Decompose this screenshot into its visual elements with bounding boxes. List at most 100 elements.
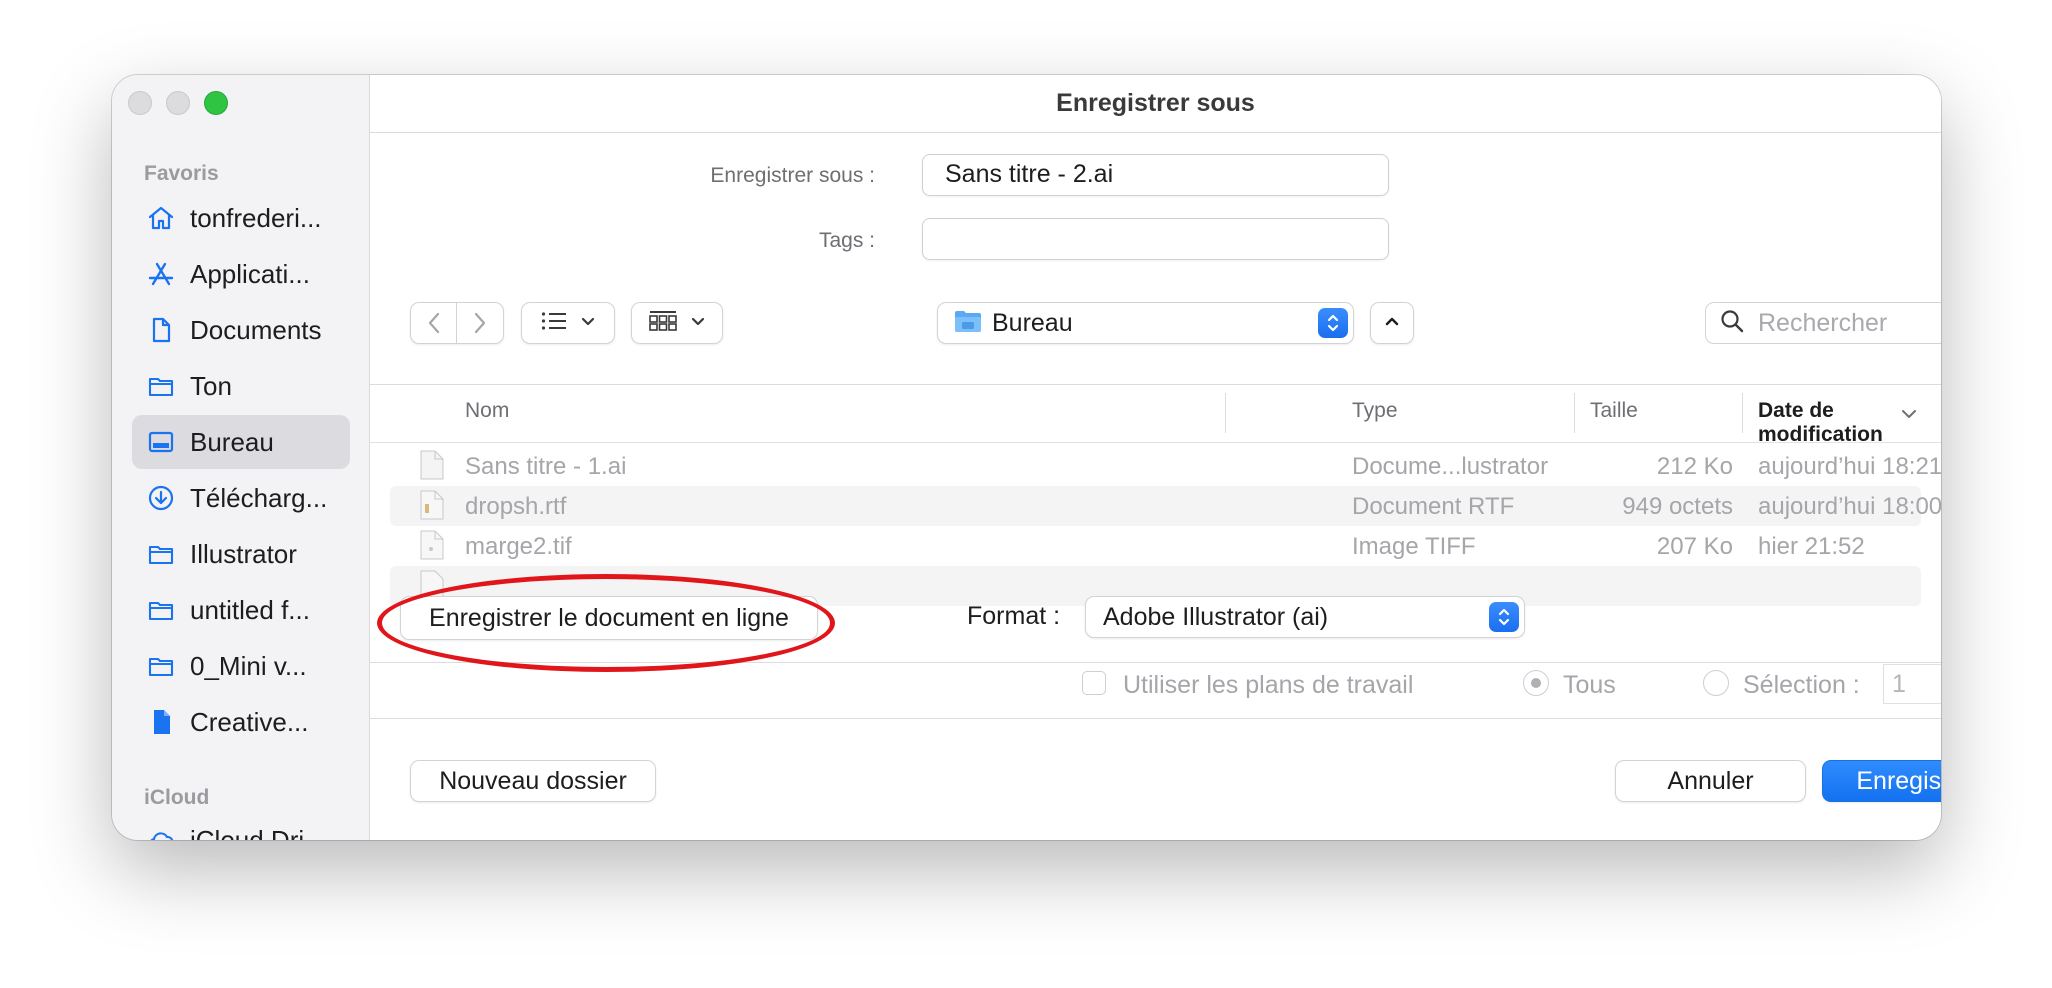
selection-label: Sélection : <box>1743 671 1860 699</box>
table-row[interactable]: Sans titre - 1.ai Docume...lustrator 212… <box>390 446 1941 486</box>
view-mode-list-button[interactable] <box>521 302 615 344</box>
all-radio[interactable] <box>1523 670 1549 696</box>
radio-dot <box>1531 678 1541 688</box>
new-folder-button[interactable]: Nouveau dossier <box>410 760 656 802</box>
location-label: Bureau <box>992 308 1073 337</box>
save-as-label: Enregistrer sous : <box>710 164 875 187</box>
folder-icon <box>954 309 982 338</box>
annotation-circle <box>377 574 835 672</box>
folder-icon <box>146 651 176 681</box>
file-name: marge2.tif <box>465 533 572 560</box>
stepper-icon <box>1489 602 1519 632</box>
sidebar-item-label: tonfrederi... <box>190 202 322 233</box>
sidebar-item-label: Creative... <box>190 706 309 737</box>
sidebar-item-label: Documents <box>190 314 322 345</box>
column-header-type[interactable]: Type <box>1352 399 1398 423</box>
main-panel: Enregistrer sous Enregistrer sous : Sans… <box>370 75 1941 840</box>
sidebar-item-label: Ton <box>190 370 232 401</box>
divider <box>370 718 1941 719</box>
column-divider <box>1225 393 1226 433</box>
chevron-up-icon <box>1384 314 1400 332</box>
file-size: 207 Ko <box>1656 533 1733 560</box>
ai-file-icon <box>420 450 444 480</box>
folder-icon <box>146 371 176 401</box>
column-header-size[interactable]: Taille <box>1590 399 1638 423</box>
title-bar: Enregistrer sous <box>370 75 1941 133</box>
search-field[interactable]: Rechercher <box>1705 302 1941 344</box>
list-view-icon <box>541 311 567 336</box>
collapse-button[interactable] <box>1370 302 1414 344</box>
group-by-button[interactable] <box>631 302 723 344</box>
folder-icon <box>146 539 176 569</box>
sidebar-item-label: Illustrator <box>190 538 297 569</box>
sidebar-item-mini-folder[interactable]: 0_Mini v... <box>132 639 350 693</box>
rtf-file-icon <box>420 490 444 520</box>
use-artboards-checkbox[interactable] <box>1082 671 1106 695</box>
file-size: 949 octets <box>1622 493 1733 520</box>
sidebar-item-label: Bureau <box>190 426 274 457</box>
file-date: aujourd’hui 18:00 <box>1758 493 1941 520</box>
zoom-window-button[interactable] <box>204 91 228 115</box>
location-popup[interactable]: Bureau <box>937 302 1354 344</box>
sidebar-item-label: 0_Mini v... <box>190 650 307 681</box>
file-size: 212 Ko <box>1656 453 1733 480</box>
sidebar-item-ton[interactable]: Ton <box>132 359 350 413</box>
save-as-input[interactable]: Sans titre - 2.ai <box>922 154 1389 196</box>
sidebar-item-illustrator[interactable]: Illustrator <box>132 527 350 581</box>
use-artboards-label: Utiliser les plans de travail <box>1123 671 1414 699</box>
window-title: Enregistrer sous <box>1056 89 1255 117</box>
sidebar-item-home[interactable]: tonfrederi... <box>132 191 350 245</box>
sidebar-item-untitled-folder[interactable]: untitled f... <box>132 583 350 637</box>
window-controls <box>128 91 228 115</box>
back-forward-control <box>410 302 504 344</box>
tags-input[interactable] <box>922 218 1389 260</box>
sidebar-item-documents[interactable]: Documents <box>132 303 350 357</box>
file-date: aujourd’hui 18:21 <box>1758 453 1941 480</box>
cloud-icon <box>146 825 176 840</box>
minimize-window-button[interactable] <box>166 91 190 115</box>
column-divider <box>1574 393 1575 433</box>
desktop-icon <box>146 427 176 457</box>
close-window-button[interactable] <box>128 91 152 115</box>
format-popup[interactable]: Adobe Illustrator (ai) <box>1085 596 1525 638</box>
sidebar-section-icloud: iCloud <box>144 786 210 809</box>
file-date: hier 21:52 <box>1758 533 1865 560</box>
table-row[interactable]: dropsh.rtf Document RTF 949 octets aujou… <box>390 486 1941 526</box>
sidebar-item-label: iCloud Dri... <box>190 824 326 841</box>
search-icon <box>1720 309 1744 338</box>
forward-icon[interactable] <box>457 303 503 343</box>
cancel-button[interactable]: Annuler <box>1615 760 1806 802</box>
file-type: Image TIFF <box>1352 533 1476 560</box>
file-icon <box>146 707 176 737</box>
save-button[interactable]: Enregistrer <box>1822 760 1941 802</box>
chevron-down-icon <box>691 314 705 332</box>
file-type: Docume...lustrator <box>1352 453 1549 480</box>
column-divider <box>1742 393 1743 433</box>
format-label: Format : <box>967 602 1061 630</box>
format-value: Adobe Illustrator (ai) <box>1103 602 1329 631</box>
save-dialog-window: Favoris tonfrederi... Applicati... Docum… <box>112 75 1941 840</box>
sidebar-item-applications[interactable]: Applicati... <box>132 247 350 301</box>
table-row[interactable]: marge2.tif Image TIFF 207 Ko hier 21:52 <box>390 526 1921 566</box>
sidebar-item-icloud-drive[interactable]: iCloud Dri... <box>132 813 350 840</box>
selection-radio[interactable] <box>1703 670 1729 696</box>
file-name: Sans titre - 1.ai <box>465 453 627 480</box>
tiff-file-icon <box>420 530 444 560</box>
sidebar-item-label: Télécharg... <box>190 482 328 513</box>
file-name: dropsh.rtf <box>465 493 567 520</box>
stepper-icon <box>1318 308 1348 338</box>
file-type: Document RTF <box>1352 493 1515 520</box>
column-header-name[interactable]: Nom <box>465 399 509 423</box>
sort-chevron-icon <box>1900 407 1918 425</box>
tags-label: Tags : <box>818 229 875 252</box>
selection-range-input[interactable]: 1 <box>1883 664 1941 704</box>
sidebar-item-downloads[interactable]: Télécharg... <box>132 471 350 525</box>
document-icon <box>146 315 176 345</box>
folder-icon <box>146 595 176 625</box>
sidebar-item-bureau[interactable]: Bureau <box>132 415 350 469</box>
applications-icon <box>146 259 176 289</box>
sidebar-item-creative[interactable]: Creative... <box>132 695 350 749</box>
search-placeholder: Rechercher <box>1758 308 1888 337</box>
download-icon <box>146 483 176 513</box>
back-icon[interactable] <box>411 303 458 343</box>
